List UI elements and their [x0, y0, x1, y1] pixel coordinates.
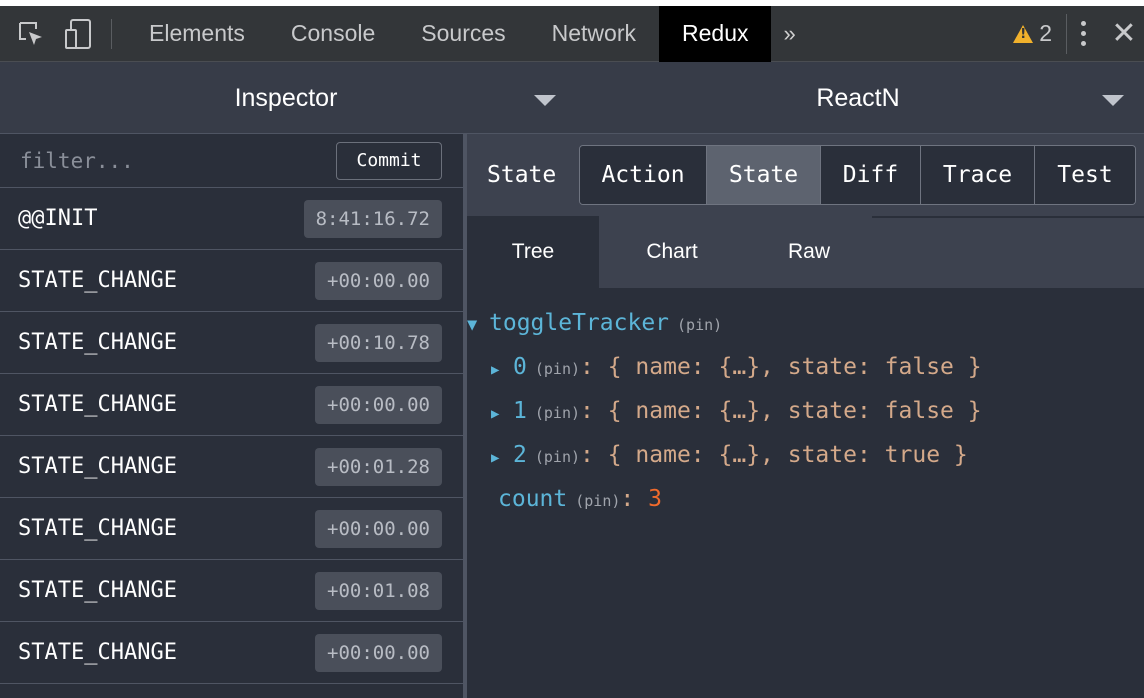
commit-button[interactable]: Commit	[336, 141, 442, 180]
action-name: STATE_CHANGE	[18, 454, 177, 479]
tree-key: 2	[513, 442, 527, 468]
tree-key: count	[498, 486, 568, 512]
warning-count: 2	[1039, 20, 1052, 46]
action-name: STATE_CHANGE	[18, 516, 177, 541]
action-name: STATE_CHANGE	[18, 268, 177, 293]
tab-network[interactable]: Network	[529, 6, 659, 62]
pin-link[interactable]: (pin)	[677, 316, 722, 334]
tab-action[interactable]: Action	[580, 146, 707, 204]
tree-key: 0	[513, 354, 527, 380]
action-name: @@INIT	[18, 206, 98, 231]
action-time: 8:41:16.72	[303, 199, 442, 238]
action-name: STATE_CHANGE	[18, 330, 177, 355]
filter-bar: Commit	[0, 134, 463, 188]
pin-link[interactable]: (pin)	[575, 492, 620, 510]
tree-key: 1	[513, 398, 527, 424]
caret-right-icon[interactable]: ▶	[491, 450, 513, 466]
warnings-badge[interactable]: 2	[1013, 20, 1052, 47]
device-toggle-icon[interactable]	[61, 16, 97, 52]
tab-elements[interactable]: Elements	[126, 6, 268, 62]
action-item[interactable]: STATE_CHANGE +00:00.00	[0, 622, 463, 684]
tab-state[interactable]: State	[707, 146, 821, 204]
action-item[interactable]: STATE_CHANGE +00:01.28	[0, 436, 463, 498]
caret-right-icon[interactable]: ▶	[491, 362, 513, 378]
action-item[interactable]: STATE_CHANGE +00:01.08	[0, 560, 463, 622]
action-item[interactable]: STATE_CHANGE +00:10.78	[0, 312, 463, 374]
pin-link[interactable]: (pin)	[535, 448, 580, 466]
action-item[interactable]: @@INIT 8:41:16.72	[0, 188, 463, 250]
action-item[interactable]: STATE_CHANGE +00:00.00	[0, 374, 463, 436]
tree-node[interactable]: ▶ 2 (pin) : { name: {…}, state: true }	[491, 442, 968, 468]
monitor-select[interactable]: Inspector	[0, 62, 572, 134]
action-time: +00:00.00	[315, 385, 442, 424]
action-item[interactable]: STATE_CHANGE +00:00.00	[0, 498, 463, 560]
chevron-down-icon	[1102, 95, 1124, 106]
subtab-tree[interactable]: Tree	[467, 216, 599, 288]
tree-node[interactable]: ▶ 1 (pin) : { name: {…}, state: false }	[491, 398, 982, 424]
action-time: +00:00.00	[315, 633, 442, 672]
inspector-title: State	[487, 162, 557, 188]
tab-console[interactable]: Console	[268, 6, 398, 62]
warning-icon	[1013, 24, 1034, 43]
filter-input[interactable]	[18, 147, 336, 174]
tree-node[interactable]: ▶ 0 (pin) : { name: {…}, state: false }	[491, 354, 982, 380]
kebab-menu-icon[interactable]	[1066, 13, 1100, 54]
tree-value: { name: {…}, state: false }	[607, 354, 982, 380]
tab-sources[interactable]: Sources	[398, 6, 528, 62]
action-name: STATE_CHANGE	[18, 392, 177, 417]
action-list-panel: Commit @@INIT 8:41:16.72 STATE_CHANGE +0…	[0, 134, 463, 698]
action-time: +00:01.08	[315, 571, 442, 610]
pin-link[interactable]: (pin)	[535, 360, 580, 378]
action-item[interactable]: STATE_CHANGE +00:00.00	[0, 250, 463, 312]
action-name: STATE_CHANGE	[18, 578, 177, 603]
action-time: +00:01.28	[315, 447, 442, 486]
tab-trace[interactable]: Trace	[921, 146, 1035, 204]
tree-node-count: count (pin) : 3	[498, 486, 662, 512]
state-view-tabs: Tree Chart Raw	[467, 216, 1144, 288]
inspector-panel: State Action State Diff Trace Test Tree …	[467, 134, 1144, 698]
tree-node-root[interactable]: ▼ toggleTracker (pin)	[467, 310, 722, 336]
close-icon[interactable]: ✕	[1104, 14, 1144, 54]
instance-select-value: ReactN	[816, 83, 900, 112]
subtab-raw[interactable]: Raw	[745, 216, 873, 288]
tree-value: { name: {…}, state: true }	[607, 442, 968, 468]
tab-redux[interactable]: Redux	[659, 5, 772, 62]
action-time: +00:00.00	[315, 509, 442, 548]
tree-key: toggleTracker	[489, 310, 670, 336]
instance-select[interactable]: ReactN	[572, 62, 1144, 134]
action-name: STATE_CHANGE	[18, 640, 177, 665]
tree-value: { name: {…}, state: false }	[607, 398, 982, 424]
devtools-toolbar: Elements Console Sources Network Redux »…	[0, 0, 1144, 62]
redux-devtools-header: Inspector ReactN	[0, 62, 1144, 134]
caret-right-icon[interactable]: ▶	[491, 406, 513, 422]
monitor-select-value: Inspector	[234, 83, 338, 112]
subtab-chart[interactable]: Chart	[599, 216, 745, 288]
chevron-down-icon	[534, 95, 556, 106]
inspector-toolbar: State Action State Diff Trace Test	[467, 134, 1144, 216]
tab-diff[interactable]: Diff	[821, 146, 921, 204]
more-tabs-icon[interactable]: »	[771, 21, 807, 47]
pin-link[interactable]: (pin)	[535, 404, 580, 422]
inspector-tab-group: Action State Diff Trace Test	[579, 145, 1136, 205]
inspect-element-icon[interactable]	[13, 16, 49, 52]
toolbar-divider	[111, 18, 112, 49]
action-time: +00:10.78	[315, 323, 442, 362]
caret-down-icon[interactable]: ▼	[467, 315, 489, 335]
action-time: +00:00.00	[315, 261, 442, 300]
tab-test[interactable]: Test	[1035, 146, 1135, 204]
tree-value-number: 3	[648, 486, 662, 512]
